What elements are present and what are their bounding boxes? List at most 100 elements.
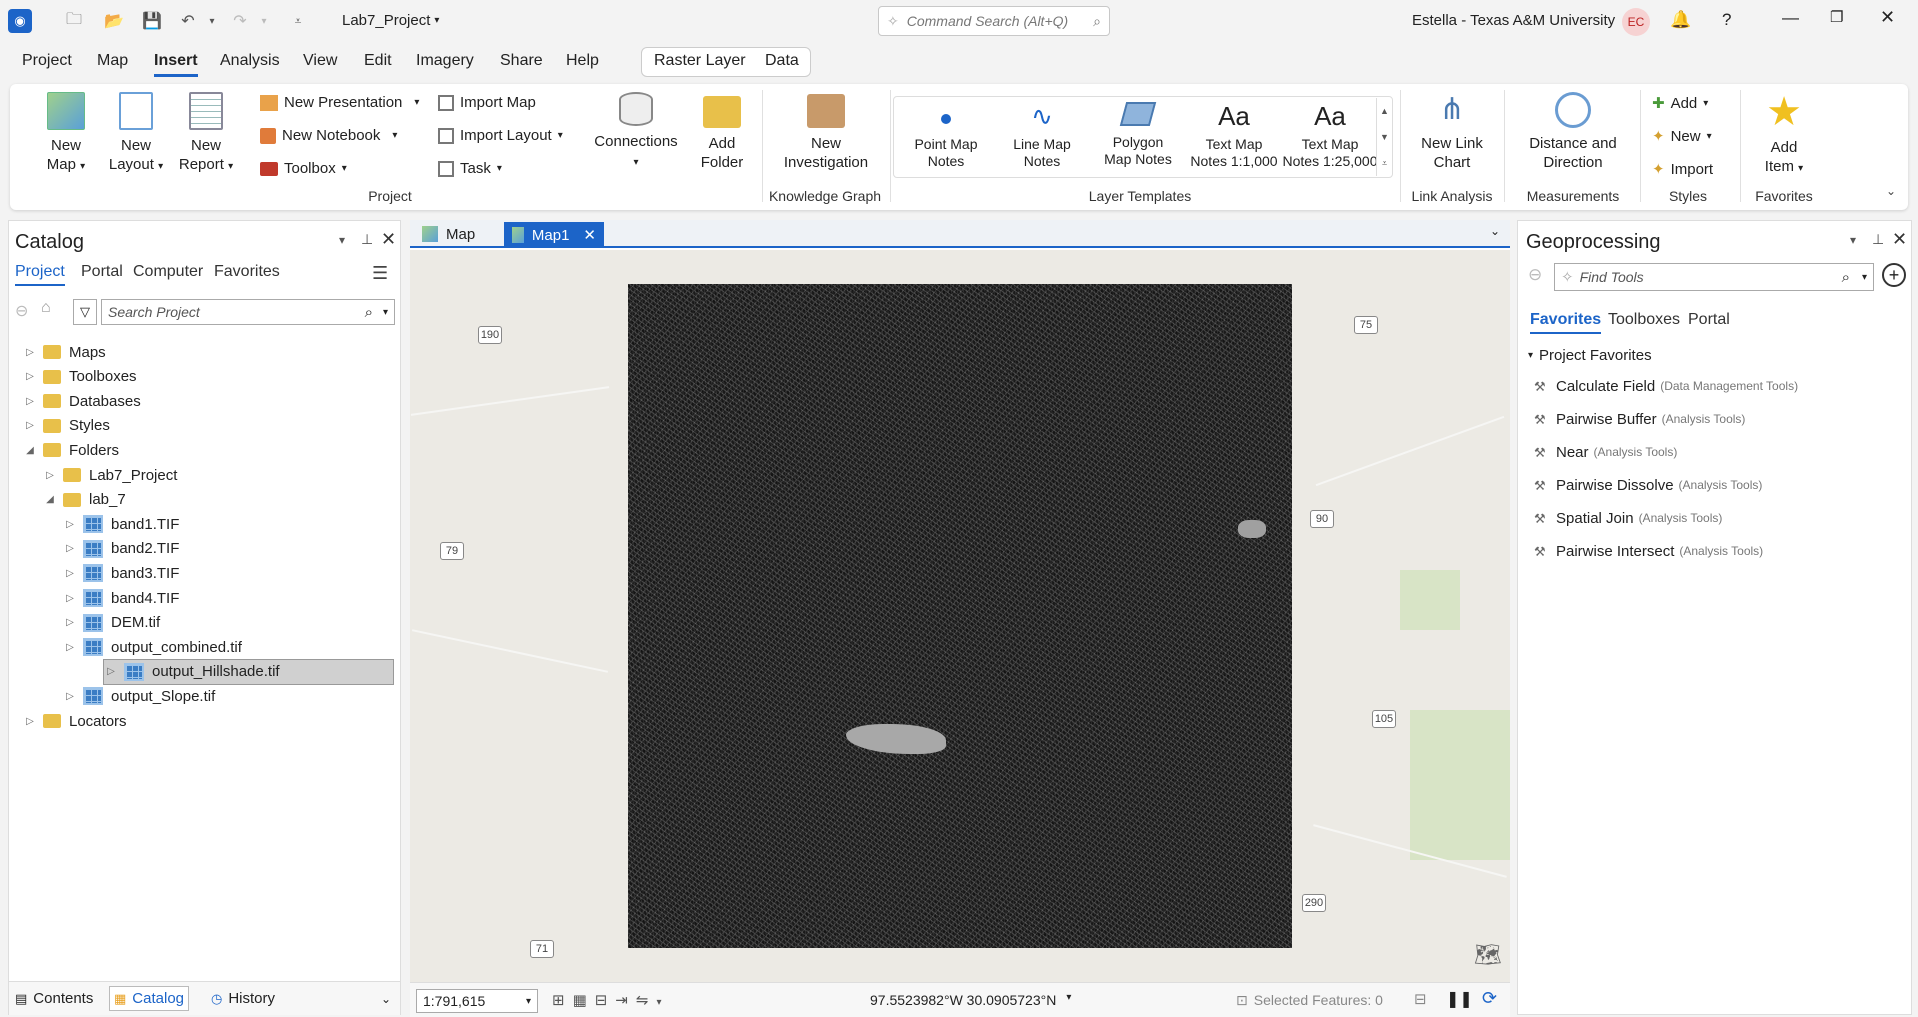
catalog-tab-computer[interactable]: Computer — [133, 263, 203, 281]
collapse-arrow-icon[interactable]: ▷ — [63, 642, 77, 653]
home-icon[interactable]: ⌂ — [41, 299, 51, 317]
tree-item[interactable]: ▷ output_Slope.tif — [9, 683, 400, 709]
filter-icon[interactable]: ▽ — [73, 299, 97, 325]
tab-view[interactable]: View — [303, 52, 337, 70]
tab-help[interactable]: Help — [566, 52, 599, 70]
overview-map-icon[interactable]: 🗺 — [1474, 942, 1502, 968]
project-favorites-section[interactable]: ▾ Project Favorites — [1528, 347, 1652, 364]
add-toolbox-icon[interactable]: + — [1882, 263, 1906, 287]
tree-item[interactable]: ▷ band3.TIF — [9, 560, 400, 586]
tree-item[interactable]: ▷ Lab7_Project — [9, 462, 400, 488]
tab-share[interactable]: Share — [500, 52, 543, 70]
collapse-arrow-icon[interactable]: ▷ — [63, 593, 77, 604]
tab-insert[interactable]: Insert — [154, 52, 198, 77]
close-pane-icon[interactable]: ✕ — [1892, 229, 1907, 250]
import-layout-button[interactable]: Import Layout ▾ — [438, 127, 563, 144]
collapse-arrow-icon[interactable]: ▷ — [63, 519, 77, 530]
tool-item[interactable]: ⚒ Pairwise Buffer (Analysis Tools) — [1534, 407, 1745, 431]
tab-data[interactable]: Data — [765, 52, 799, 70]
gallery-expand-icon[interactable]: ⩡ — [1377, 150, 1392, 176]
tool-item[interactable]: ⚒ Pairwise Dissolve (Analysis Tools) — [1534, 473, 1762, 497]
gp-tab-portal[interactable]: Portal — [1688, 311, 1730, 329]
project-title[interactable]: Lab7_Project ▾ — [342, 12, 439, 29]
collapse-arrow-icon[interactable]: ▷ — [63, 568, 77, 579]
close-pane-icon[interactable]: ✕ — [381, 229, 396, 250]
tree-item[interactable]: ▷ output_Hillshade.tif — [103, 658, 394, 685]
close-icon[interactable]: ✕ — [1880, 7, 1895, 28]
chevron-down-icon[interactable]: ▼ — [1377, 124, 1392, 150]
style-import-button[interactable]: ✦ Import — [1652, 160, 1713, 179]
new-link-chart-button[interactable]: ⋔ New Link Chart — [1404, 92, 1500, 172]
tree-item[interactable]: ▷ Locators — [9, 708, 400, 734]
catalog-search-input[interactable]: Search Project ⌕ ▾ — [101, 299, 395, 325]
tab-imagery[interactable]: Imagery — [416, 52, 474, 70]
tab-raster-layer[interactable]: Raster Layer — [654, 52, 746, 70]
new-presentation-button[interactable]: New Presentation ▾ — [260, 94, 419, 111]
catalog-tab[interactable]: ▦ Catalog — [109, 986, 189, 1011]
back-icon[interactable]: ⊖ — [1528, 265, 1542, 285]
save-project-icon[interactable]: 💾 — [140, 9, 164, 33]
contents-tab[interactable]: ▤ Contents — [15, 990, 93, 1007]
text-map-notes-1000-button[interactable]: Aa Text Map Notes 1:1,000 — [1186, 102, 1282, 170]
collapse-arrow-icon[interactable]: ▷ — [23, 396, 37, 407]
add-item-button[interactable]: ★ Add Item ▾ — [1744, 92, 1824, 178]
tree-item[interactable]: ▷ DEM.tif — [9, 610, 400, 636]
pane-options-icon[interactable]: ▾ — [1850, 233, 1856, 247]
new-project-icon[interactable]: 🗀 — [62, 9, 86, 33]
line-map-notes-button[interactable]: ∿ Line Map Notes — [994, 102, 1090, 170]
gp-tab-favorites[interactable]: Favorites — [1530, 311, 1602, 334]
arcgis-pro-logo-icon[interactable]: ◉ — [8, 9, 32, 33]
chevron-up-icon[interactable]: ▲ — [1377, 98, 1392, 124]
collapse-arrow-icon[interactable]: ▷ — [23, 716, 37, 727]
help-icon[interactable]: ? — [1722, 10, 1731, 30]
refresh-icon[interactable]: ⟳ — [1482, 988, 1497, 1009]
restore-icon[interactable]: ❐ — [1830, 8, 1843, 26]
style-new-button[interactable]: ✦ New ▾ — [1652, 127, 1712, 146]
close-tab-icon[interactable]: ✕ — [583, 226, 596, 244]
distance-direction-button[interactable]: Distance and Direction — [1508, 92, 1638, 172]
polygon-map-notes-button[interactable]: Polygon Map Notes — [1090, 102, 1186, 168]
tree-item[interactable]: ▷ Styles — [9, 413, 400, 439]
connections-button[interactable]: Connections ▾ — [586, 92, 686, 172]
customize-toolbar-icon[interactable]: ⩡ — [286, 9, 310, 33]
chevron-down-icon[interactable]: ⌄ — [381, 992, 391, 1006]
collapse-arrow-icon[interactable]: ▷ — [23, 420, 37, 431]
catalog-tab-favorites[interactable]: Favorites — [214, 263, 280, 281]
pause-icon[interactable]: ❚❚ — [1446, 989, 1473, 1009]
tree-item[interactable]: ▷ output_combined.tif — [9, 634, 400, 660]
gp-tab-toolboxes[interactable]: Toolboxes — [1608, 311, 1680, 329]
import-map-button[interactable]: Import Map — [438, 94, 536, 111]
point-map-notes-button[interactable]: Point Map Notes — [898, 102, 994, 170]
notification-bell-icon[interactable]: 🔔 — [1670, 10, 1691, 30]
tool-item[interactable]: ⚒ Calculate Field (Data Management Tools) — [1534, 374, 1798, 398]
expand-arrow-icon[interactable]: ◢ — [23, 445, 37, 456]
tree-item[interactable]: ◢ lab_7 — [9, 487, 400, 513]
tab-map[interactable]: Map — [97, 52, 128, 70]
tool-item[interactable]: ⚒ Near (Analysis Tools) — [1534, 440, 1677, 464]
undo-icon[interactable]: ↶ — [176, 9, 200, 33]
tree-item[interactable]: ▷ Maps — [9, 339, 400, 365]
text-map-notes-25000-button[interactable]: Aa Text Map Notes 1:25,000 — [1282, 102, 1378, 170]
tree-item[interactable]: ▷ band2.TIF — [9, 536, 400, 562]
tab-analysis[interactable]: Analysis — [220, 52, 280, 70]
tree-item[interactable]: ▷ Databases — [9, 388, 400, 414]
tool-item[interactable]: ⚒ Pairwise Intersect (Analysis Tools) — [1534, 539, 1763, 563]
toolbox-button[interactable]: Toolbox ▾ — [260, 160, 347, 177]
new-investigation-button[interactable]: New Investigation — [766, 92, 886, 172]
minimize-icon[interactable]: — — [1782, 8, 1799, 28]
collapse-arrow-icon[interactable]: ▷ — [43, 470, 57, 481]
collapse-arrow-icon[interactable]: ▷ — [104, 666, 118, 677]
tab-list-chevron-icon[interactable]: ⌄ — [1490, 224, 1500, 238]
ribbon-collapse-icon[interactable]: ⌄ — [1886, 184, 1896, 198]
tab-project[interactable]: Project — [22, 52, 72, 70]
command-search-input[interactable]: ✧ Command Search (Alt+Q) ⌕ — [878, 6, 1110, 36]
undo-dropdown-icon[interactable]: ▾ — [200, 9, 224, 33]
tree-item[interactable]: ▷ Toolboxes — [9, 364, 400, 390]
collapse-arrow-icon[interactable]: ▷ — [63, 691, 77, 702]
new-notebook-button[interactable]: New Notebook ▾ — [260, 127, 397, 144]
table-icon[interactable]: ⊟ — [1414, 990, 1427, 1008]
navigation-tools[interactable]: ⊞▦⊟⇥⇋▾ — [552, 991, 669, 1009]
pin-icon[interactable]: ⊥ — [1872, 231, 1884, 248]
back-icon[interactable]: ⊖ — [15, 301, 28, 321]
tool-item[interactable]: ⚒ Spatial Join (Analysis Tools) — [1534, 506, 1722, 530]
